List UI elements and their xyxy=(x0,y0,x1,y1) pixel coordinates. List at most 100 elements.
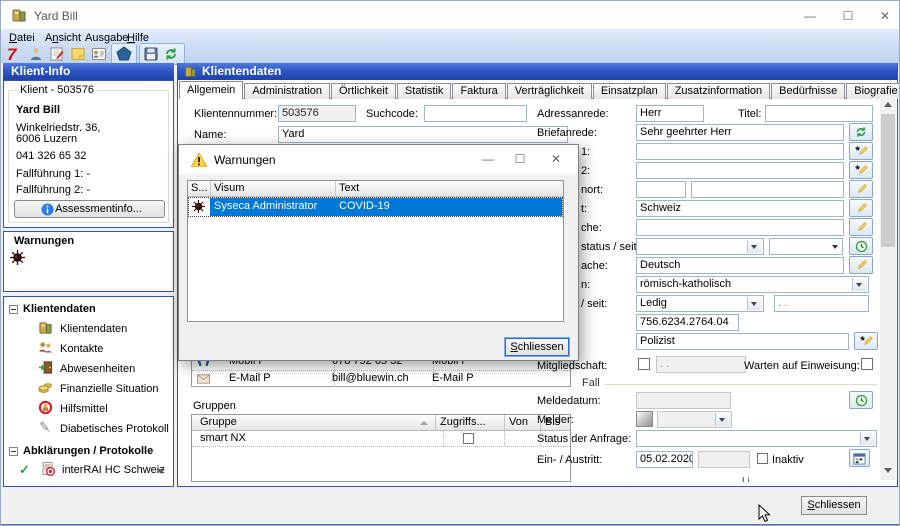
che-field[interactable] xyxy=(636,219,844,236)
warten-auf-einweisung-checkbox[interactable] xyxy=(861,358,873,370)
main-scrollbar[interactable] xyxy=(880,96,896,480)
staat-field[interactable]: Schweiz xyxy=(636,200,844,217)
tab-allgemein[interactable]: Allgemein xyxy=(179,81,243,99)
main-schliessen-button[interactable]: Schliessen xyxy=(801,496,867,515)
assessmentinfo-button[interactable]: Assessmentinfo... xyxy=(14,200,165,218)
melder-combo[interactable] xyxy=(657,411,732,428)
briefanrede-field[interactable]: Sehr geehrter Herr xyxy=(636,124,844,141)
client-icon[interactable] xyxy=(28,46,44,62)
suchcode-field[interactable] xyxy=(424,105,527,122)
minimize-button[interactable]: — xyxy=(801,10,819,22)
tab-beduerfnisse[interactable]: Bedürfnisse xyxy=(771,83,845,99)
tree-scroll-down-icon[interactable] xyxy=(157,469,165,474)
ein-austritt-calendar-button[interactable] xyxy=(849,449,870,467)
adresszusatz2-field[interactable] xyxy=(636,162,844,179)
melder-picker-button[interactable] xyxy=(636,411,653,427)
tree-item-hilfsmittel[interactable]: Hilfsmittel xyxy=(60,403,108,415)
col-visum[interactable]: Visum xyxy=(214,181,309,196)
mitgliedschaft-label: Mitgliedschaft: xyxy=(537,360,607,372)
tab-faktura[interactable]: Faktura xyxy=(452,83,505,99)
col-zugriff[interactable]: Zugriffs... xyxy=(440,415,500,430)
menu-ansicht[interactable]: Ansicht xyxy=(45,32,81,44)
konfession-combo[interactable]: römisch-katholisch xyxy=(636,276,869,293)
table-row[interactable]: smart NX xyxy=(192,431,570,447)
dialog-title: Warnungen xyxy=(214,153,276,167)
logo-7-icon[interactable]: 7 xyxy=(7,45,23,61)
collapse-icon[interactable] xyxy=(9,305,18,314)
tree-item-interrai[interactable]: interRAI HC Schweiz xyxy=(62,464,165,476)
mitgliedschaft-date-combo[interactable]: . . xyxy=(656,356,746,373)
tree-item-diabetisches-protokoll[interactable]: Diabetisches Protokoll xyxy=(60,423,169,435)
tree-item-finanzielle-situation[interactable]: Finanzielle Situation xyxy=(60,383,158,395)
austritt-date-field[interactable] xyxy=(698,451,750,468)
titel-field[interactable] xyxy=(765,105,873,122)
col-gruppe[interactable]: Gruppe xyxy=(200,415,400,430)
adresszusatz1-edit-button[interactable] xyxy=(849,142,873,160)
zugriff-checkbox[interactable] xyxy=(463,433,474,444)
tab-statistik[interactable]: Statistik xyxy=(397,83,452,99)
dialog-maximize-button[interactable]: ☐ xyxy=(511,153,529,165)
tree-item-kontakte[interactable]: Kontakte xyxy=(60,343,103,355)
status-combo[interactable] xyxy=(636,238,764,255)
refresh-icon[interactable] xyxy=(164,47,178,61)
dialog-schliessen-button[interactable]: Schliessen xyxy=(505,338,569,356)
beruf-edit-button[interactable] xyxy=(854,332,878,350)
pentagon-button[interactable] xyxy=(111,43,137,65)
wohnort-field[interactable] xyxy=(691,181,844,198)
dialog-minimize-button[interactable]: — xyxy=(479,153,497,165)
maximize-button[interactable]: ☐ xyxy=(839,10,857,22)
scroll-up-icon[interactable] xyxy=(884,102,892,107)
warning-row[interactable]: Syseca Administrator COVID-19 xyxy=(189,198,562,216)
adresszusatz2-edit-button[interactable] xyxy=(849,161,873,179)
zivilstand-combo[interactable]: Ledig xyxy=(636,295,764,312)
staat-edit-button[interactable] xyxy=(849,199,873,217)
note-icon[interactable] xyxy=(70,46,86,62)
che-edit-button[interactable] xyxy=(849,218,873,236)
tree-item-abwesenheiten[interactable]: Abwesenheiten xyxy=(60,363,135,375)
scrollbar-thumb[interactable] xyxy=(881,114,895,247)
protocol-pad-icon[interactable] xyxy=(49,46,65,62)
col-text[interactable]: Text xyxy=(339,181,459,196)
inaktiv-checkbox[interactable] xyxy=(757,453,768,464)
ahv-nummer-field[interactable]: 756.6234.2764.04 xyxy=(636,314,739,331)
sprache-field[interactable]: Deutsch xyxy=(636,257,844,274)
sprache-edit-button[interactable] xyxy=(849,256,873,274)
dialog-close-button[interactable]: ✕ xyxy=(547,153,565,165)
tree-group-abklaerungen[interactable]: Abklärungen / Protokolle xyxy=(23,445,153,457)
status-seit-combo[interactable] xyxy=(769,238,843,255)
plz-field[interactable] xyxy=(636,181,686,198)
tab-oertlichkeit[interactable]: Örtlichkeit xyxy=(331,83,396,99)
status-der-anfrage-combo[interactable] xyxy=(636,430,877,447)
scroll-down-icon[interactable] xyxy=(884,468,892,473)
tab-vertraeglichkeit[interactable]: Verträglichkeit xyxy=(507,83,592,99)
eintritt-date-field[interactable]: 05.02.2020 xyxy=(636,451,693,468)
zivilstand-seit-date-combo[interactable]: . . xyxy=(774,295,869,312)
client-card-icon[interactable] xyxy=(91,46,107,62)
tab-zusatzinformation[interactable]: Zusatzinformation xyxy=(667,83,770,99)
close-button[interactable]: ✕ xyxy=(876,10,894,22)
kontakte-icon xyxy=(38,340,53,355)
table-row[interactable]: E-Mail P bill@bluewin.ch E-Mail P xyxy=(192,371,570,387)
tab-administration[interactable]: Administration xyxy=(244,83,330,99)
beruf-field[interactable]: Polizist xyxy=(636,333,849,350)
menu-datei[interactable]: Datei xyxy=(9,32,35,44)
star-pencil-icon xyxy=(860,335,873,348)
virus-icon[interactable] xyxy=(10,250,25,265)
meldedatum-history-button[interactable] xyxy=(849,391,873,409)
meldedatum-field[interactable] xyxy=(636,392,731,409)
save-icon[interactable] xyxy=(143,46,159,62)
name-field[interactable]: Yard xyxy=(278,126,568,143)
tab-einsatzplan[interactable]: Einsatzplan xyxy=(593,83,666,99)
collapse-icon[interactable] xyxy=(9,447,18,456)
col-von[interactable]: Von xyxy=(509,415,537,430)
tree-group-klientendaten[interactable]: Klientendaten xyxy=(23,303,96,315)
wohnort-edit-button[interactable] xyxy=(849,180,873,198)
briefanrede-refresh-button[interactable] xyxy=(849,123,873,141)
status-history-button[interactable] xyxy=(849,237,873,255)
col-symbol[interactable]: S... xyxy=(191,181,208,196)
adressanrede-field[interactable]: Herr xyxy=(636,105,704,122)
adresszusatz1-field[interactable] xyxy=(636,143,844,160)
mitgliedschaft-checkbox[interactable] xyxy=(638,358,650,370)
klientennummer-field[interactable]: 503576 xyxy=(278,105,356,122)
tree-item-klientendaten[interactable]: Klientendaten xyxy=(60,323,127,335)
